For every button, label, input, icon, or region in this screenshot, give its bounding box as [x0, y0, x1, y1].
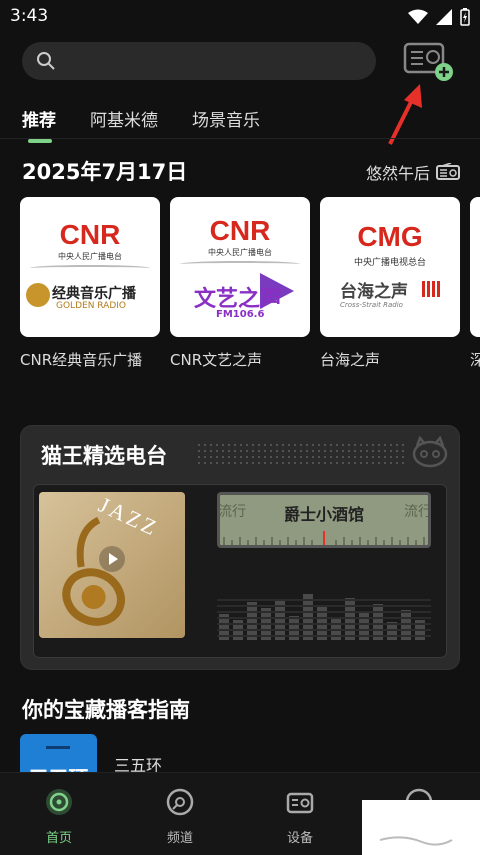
status-bar: 3:43: [0, 0, 480, 34]
mood-button[interactable]: 悠然午后: [366, 160, 460, 184]
tuner-dial[interactable]: 流行 爵士小酒馆 流行: [217, 492, 431, 548]
nav-channels-label: 频道: [166, 831, 193, 846]
tuner-station: 爵士小酒馆: [283, 505, 364, 524]
panel-title: 猫王精选电台: [41, 444, 167, 468]
wifi-icon: [408, 9, 428, 24]
station-logo: CNR 中央人民广播电台 文艺之声 FM106.6: [170, 197, 310, 337]
play-icon[interactable]: [99, 546, 125, 572]
search-bar[interactable]: [22, 42, 376, 80]
station-name: 台海之声: [320, 351, 381, 369]
cat-logo-icon: [412, 436, 448, 468]
mood-label: 悠然午后: [365, 164, 430, 183]
tabs-divider: [0, 138, 480, 139]
station-logo: [470, 197, 480, 337]
radio-icon: [436, 163, 460, 180]
station-name: 深: [470, 351, 480, 369]
station-logo: CMG 中央广播电视总台 台海之声 Cross-Strait Radio: [320, 197, 460, 337]
nav-channels[interactable]: 频道: [145, 787, 215, 846]
station-card[interactable]: CMG 中央广播电视总台 台海之声 Cross-Strait Radio 台海之…: [320, 197, 460, 370]
date-title: 2025年7月17日: [22, 160, 188, 184]
station-list: CNR 中央人民广播电台 经典音乐广播 GOLDEN RADIO CNR经典音乐…: [20, 197, 480, 370]
battery-icon: [460, 8, 470, 26]
jazz-cover[interactable]: JAZZ: [39, 492, 185, 638]
status-time: 3:43: [10, 6, 49, 26]
tab-recommend[interactable]: 推荐: [22, 106, 56, 143]
overlay-patch: [362, 800, 480, 855]
station-card[interactable]: 深: [470, 197, 480, 370]
featured-radio-panel[interactable]: 猫王精选电台 JAZZ 流行 爵士小酒馆 流行: [20, 425, 460, 670]
equalizer-bars: [217, 594, 431, 640]
channel-disc-icon: [166, 788, 194, 816]
station-logo: CNR 中央人民广播电台 经典音乐广播 GOLDEN RADIO: [20, 197, 160, 337]
podcast-section-title: 你的宝藏播客指南: [22, 698, 190, 722]
search-icon: [37, 52, 55, 70]
tuner-right-label: 流行: [404, 504, 431, 520]
station-card[interactable]: CNR 中央人民广播电台 经典音乐广播 GOLDEN RADIO CNR经典音乐…: [20, 197, 160, 370]
signal-icon: [436, 9, 452, 25]
add-device-button[interactable]: [402, 40, 458, 86]
top-tabs: 推荐 阿基米德 场景音乐: [22, 106, 260, 143]
station-name: CNR文艺之声: [170, 351, 263, 369]
station-card[interactable]: CNR 中央人民广播电台 文艺之声 FM106.6 CNR文艺之声: [170, 197, 310, 370]
tuner-scale: [223, 531, 425, 545]
device-radio-icon: [286, 792, 314, 814]
tab-archimedes[interactable]: 阿基米德: [90, 106, 158, 131]
nav-devices[interactable]: 设备: [265, 787, 335, 846]
home-disc-icon: [46, 789, 72, 815]
radio-add-icon: [403, 42, 453, 81]
nav-devices-label: 设备: [286, 831, 313, 846]
nav-home[interactable]: 首页: [24, 787, 94, 846]
station-name: CNR经典音乐广播: [20, 351, 143, 369]
tab-scene-music[interactable]: 场景音乐: [192, 106, 260, 131]
nav-home-label: 首页: [45, 831, 72, 846]
speaker-grille: [196, 442, 406, 464]
status-icons: [408, 8, 470, 26]
date-row: 2025年7月17日 悠然午后: [22, 156, 462, 186]
